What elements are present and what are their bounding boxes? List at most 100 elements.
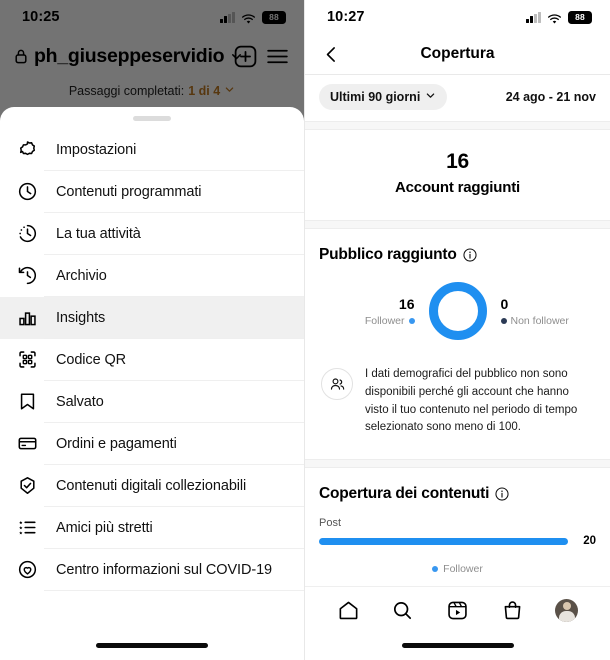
sidebar-item-label: Archivio	[56, 267, 107, 284]
follower-legend-label: Follower	[364, 314, 405, 327]
qr-code-icon	[16, 349, 38, 371]
sidebar-item-ordini-e-pagamenti[interactable]: Ordini e pagamenti	[0, 423, 304, 465]
legend-label: Follower	[443, 563, 483, 576]
donut-ring	[428, 282, 487, 340]
back-button[interactable]	[319, 42, 343, 66]
people-icon	[321, 368, 353, 400]
audience-section-header: Pubblico raggiunto	[305, 229, 610, 264]
wifi-icon	[547, 12, 562, 24]
info-circle-icon[interactable]	[495, 487, 509, 501]
activity-clock-icon	[16, 223, 38, 245]
options-bottom-sheet: Impostazioni Contenuti programmati La tu…	[0, 107, 304, 660]
legend-dot-non-follower	[500, 317, 507, 324]
cellular-signal-icon	[526, 11, 541, 23]
demographics-notice-text: I dati demografici del pubblico non sono…	[365, 368, 578, 434]
sidebar-item-label: Salvato	[56, 393, 104, 410]
chevron-left-icon	[326, 46, 335, 62]
home-indicator	[401, 643, 514, 648]
audience-title: Pubblico raggiunto	[319, 246, 457, 263]
bottom-tab-bar	[305, 586, 610, 634]
gear-icon	[16, 139, 38, 161]
sidebar-item-salvato[interactable]: Salvato	[0, 381, 304, 423]
right-phone-screen: 10:27 88 Copertura Ultimi 90 giorni 24 a…	[305, 0, 610, 660]
bar-value: 20	[583, 535, 596, 548]
sidebar-item-label: Contenuti programmati	[56, 183, 202, 200]
bar-category-label: Post	[319, 517, 342, 530]
content-reach-bar-chart: Post 20 Follower	[305, 503, 610, 575]
tab-profile[interactable]	[554, 598, 580, 624]
shield-check-icon	[16, 475, 38, 497]
history-icon	[16, 265, 38, 287]
covid-info-icon	[16, 559, 38, 581]
sidebar-item-label: Contenuti digitali collezionabili	[56, 477, 247, 494]
follower-legend: Follower	[329, 315, 415, 327]
sidebar-item-label: Ordini e pagamenti	[56, 435, 177, 452]
page-title: Copertura	[420, 45, 495, 62]
reach-label: Account raggiunti	[395, 179, 520, 196]
sidebar-item-codice-qr[interactable]: Codice QR	[0, 339, 304, 381]
sidebar-item-contenuti-digitali-collezionabili[interactable]: Contenuti digitali collezionabili	[0, 465, 304, 507]
sidebar-item-label: La tua attività	[56, 225, 141, 242]
bookmark-icon	[16, 391, 38, 413]
home-icon	[339, 601, 358, 620]
bar-fill	[319, 537, 568, 545]
bar-chart-legend: Follower	[319, 547, 596, 575]
sidebar-item-label: Centro informazioni sul COVID-19	[56, 561, 272, 578]
sidebar-item-amici-piu-stretti[interactable]: Amici più stretti	[0, 507, 304, 549]
audience-donut-chart: 16 Follower 0 Non follower	[305, 264, 610, 356]
bar-track	[319, 537, 568, 545]
profile-avatar[interactable]	[555, 599, 579, 622]
filter-row: Ultimi 90 giorni 24 ago - 21 nov	[305, 75, 610, 121]
drag-handle[interactable]	[133, 116, 171, 121]
non-follower-legend-label: Non follower	[510, 314, 569, 327]
clock-icon	[16, 181, 38, 203]
tab-shop[interactable]	[499, 598, 525, 624]
non-follower-value: 0	[500, 295, 509, 312]
legend-dot-follower	[432, 566, 439, 573]
period-label: Ultimi 90 giorni	[330, 90, 421, 104]
options-menu-list: Impostazioni Contenuti programmati La tu…	[0, 125, 304, 591]
shop-bag-icon	[504, 601, 520, 620]
reach-count: 16	[446, 150, 469, 173]
content-reach-title: Copertura dei contenuti	[319, 485, 490, 503]
demographics-notice: I dati demografici del pubblico non sono…	[305, 356, 610, 459]
info-circle-icon[interactable]	[463, 248, 477, 262]
sidebar-item-contenuti-programmati[interactable]: Contenuti programmati	[0, 171, 304, 213]
status-time: 10:27	[327, 9, 365, 25]
content-reach-section-header: Copertura dei contenuti	[305, 468, 610, 503]
sidebar-item-label: Impostazioni	[56, 141, 137, 158]
left-phone-screen: 10:25 88 ph_giuseppeservidio	[0, 0, 305, 660]
date-range-label: 24 ago - 21 nov	[505, 90, 596, 104]
credit-card-icon	[16, 433, 38, 455]
period-selector[interactable]: Ultimi 90 giorni	[319, 84, 448, 110]
follower-value: 16	[398, 295, 415, 312]
sidebar-item-label: Insights	[56, 309, 106, 326]
sidebar-item-archivio[interactable]: Archivio	[0, 255, 304, 297]
sidebar-item-insights[interactable]: Insights	[0, 296, 304, 339]
legend-dot-follower	[408, 317, 415, 324]
section-separator	[305, 220, 610, 229]
non-follower-stat: 0 Non follower	[487, 296, 587, 327]
section-separator	[305, 121, 610, 130]
sidebar-item-la-tua-attivita[interactable]: La tua attività	[0, 213, 304, 255]
search-icon	[394, 601, 412, 620]
sidebar-item-impostazioni[interactable]: Impostazioni	[0, 129, 304, 171]
right-status-bar: 10:27 88	[305, 0, 610, 34]
tab-home[interactable]	[335, 598, 361, 624]
follower-stat: 16 Follower	[329, 296, 429, 327]
sidebar-item-label: Codice QR	[56, 351, 127, 368]
bar-chart-icon	[16, 307, 38, 329]
chevron-down-icon	[425, 90, 436, 104]
tab-reels[interactable]	[444, 598, 470, 624]
status-icons: 88	[526, 10, 592, 24]
reels-icon	[448, 601, 467, 620]
section-separator	[305, 459, 610, 469]
dual-phone-screenshot: 10:25 88 ph_giuseppeservidio	[0, 0, 610, 660]
battery-indicator: 88	[568, 10, 592, 24]
sidebar-item-centro-informazioni-covid[interactable]: Centro informazioni sul COVID-19	[0, 549, 304, 591]
bar-row: 20	[319, 535, 596, 547]
home-indicator	[96, 643, 208, 648]
tab-search[interactable]	[390, 598, 416, 624]
page-nav-bar: Copertura	[305, 34, 610, 74]
reach-summary: 16 Account raggiunti	[305, 130, 610, 220]
